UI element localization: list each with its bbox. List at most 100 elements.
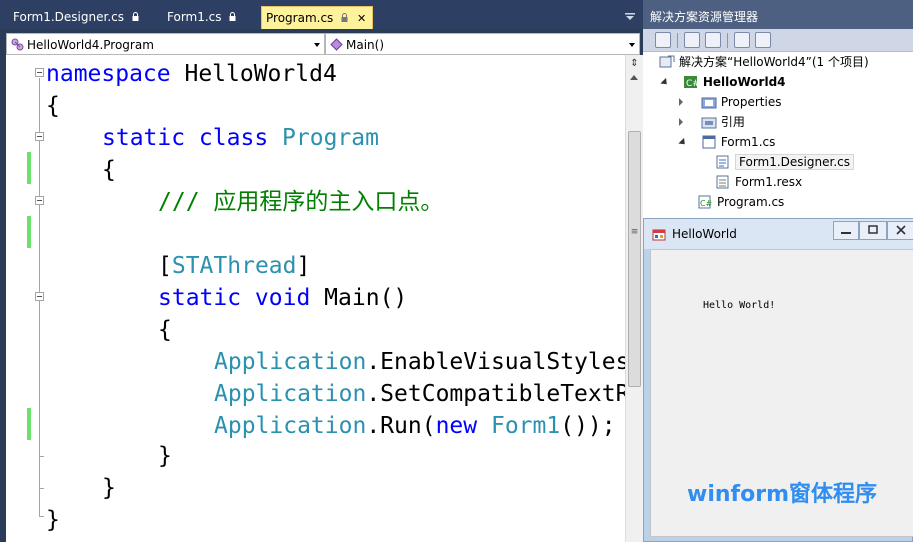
tree-item-label: Properties xyxy=(720,95,782,109)
panel-title: 解决方案资源管理器 xyxy=(643,0,913,29)
tab-form1-designer[interactable]: Form1.Designer.cs xyxy=(2,6,139,29)
tree-item-solution[interactable]: 解决方案“HelloWorld4”(1 个项目) xyxy=(659,52,869,72)
identifier: .EnableVisualStyles xyxy=(366,349,625,375)
svg-text:C#: C# xyxy=(700,199,713,208)
view-code-button[interactable] xyxy=(734,32,750,48)
type-name: Application xyxy=(214,381,367,407)
tree-item-label: 解决方案“HelloWorld4”(1 个项目) xyxy=(679,55,869,69)
identifier: .SetCompatibleTextR xyxy=(366,381,625,407)
code-line: Application.SetCompatibleTextR xyxy=(214,378,625,410)
tree-item-program[interactable]: C# Program.cs xyxy=(697,192,784,212)
tree-item-label: HelloWorld4 xyxy=(702,75,786,89)
keyword: static void xyxy=(158,285,311,311)
brace: } xyxy=(158,443,172,469)
tab-program[interactable]: Program.cs ✕ xyxy=(261,6,373,29)
tab-form1[interactable]: Form1.cs xyxy=(156,6,246,29)
change-indicator xyxy=(27,216,31,248)
change-indicator xyxy=(27,408,31,440)
type-combo-value: HelloWorld4.Program xyxy=(27,38,154,52)
lock-icon xyxy=(132,12,139,21)
collapse-toggle[interactable] xyxy=(35,196,44,205)
code-line: static void Main() xyxy=(158,282,407,314)
collapse-toggle[interactable] xyxy=(35,68,44,77)
outline-end xyxy=(39,456,44,457)
brace: } xyxy=(102,475,116,501)
tree-item-label: Program.cs xyxy=(717,195,785,209)
maximize-button[interactable] xyxy=(859,221,887,240)
view-class-diagram-button[interactable] xyxy=(755,32,771,48)
identifier: HelloWorld4 xyxy=(170,61,337,87)
expand-arrow-icon[interactable] xyxy=(679,98,683,106)
show-all-files-button[interactable] xyxy=(684,32,700,48)
expand-arrow-icon[interactable] xyxy=(679,118,683,126)
tree-item-project[interactable]: C# HelloWorld4 xyxy=(660,72,786,92)
code-editor-pane: Form1.Designer.cs Form1.cs Program.cs ✕ … xyxy=(0,0,643,542)
tab-label: Form1.cs xyxy=(167,10,222,24)
type-name: Application xyxy=(214,413,367,439)
code-line: } xyxy=(102,472,116,504)
brace: { xyxy=(102,157,116,183)
type-combo[interactable]: HelloWorld4.Program xyxy=(6,33,325,55)
tab-label: Program.cs xyxy=(266,11,334,25)
collapse-toggle[interactable] xyxy=(35,132,44,141)
caption-overlay: winform窗体程序 xyxy=(687,482,877,507)
keyword: new xyxy=(435,413,478,439)
navigation-bar: HelloWorld4.Program Main() xyxy=(6,33,640,55)
class-icon xyxy=(11,38,24,51)
minimize-button[interactable] xyxy=(833,221,859,240)
code-line: { xyxy=(102,154,116,186)
split-window-icon[interactable]: ⇕ xyxy=(628,57,641,70)
member-combo-value: Main() xyxy=(346,38,385,52)
expand-arrow-icon[interactable] xyxy=(678,137,688,148)
method-icon xyxy=(330,38,343,51)
scrollbar-thumb[interactable] xyxy=(628,131,641,387)
tree-item-form1[interactable]: Form1.cs xyxy=(678,132,776,152)
close-icon[interactable]: ✕ xyxy=(357,12,366,25)
tree-item-label: Form1.cs xyxy=(720,135,776,149)
comment: /// 应用程序的主入口点。 xyxy=(158,189,444,215)
identifier: Main() xyxy=(310,285,408,311)
keyword: namespace xyxy=(46,61,171,87)
tree-item-form1-designer[interactable]: Form1.Designer.cs xyxy=(715,152,854,172)
attribute-name: STAThread xyxy=(171,253,297,279)
lock-icon xyxy=(341,13,348,22)
member-combo[interactable]: Main() xyxy=(325,33,640,55)
code-editor[interactable]: namespace HelloWorld4 { static class Pro… xyxy=(6,55,625,542)
code-line: /// 应用程序的主入口点。 xyxy=(158,186,443,218)
bracket: ] xyxy=(296,253,311,279)
refresh-button[interactable] xyxy=(705,32,721,48)
lock-icon xyxy=(229,12,236,21)
references-icon xyxy=(701,117,717,129)
close-icon xyxy=(896,225,906,235)
code-line: } xyxy=(46,504,60,536)
tree-item-references[interactable]: 引用 xyxy=(679,112,745,132)
tree-item-properties[interactable]: Properties xyxy=(679,92,781,112)
vertical-scrollbar[interactable]: ⇕ ≡ xyxy=(625,55,643,542)
scroll-up-icon[interactable] xyxy=(630,75,638,80)
grip-icon: ≡ xyxy=(630,227,639,237)
code-line: } xyxy=(158,440,172,472)
csharp-project-icon: C# xyxy=(683,76,699,89)
toolbar-separator xyxy=(677,33,678,48)
close-button[interactable] xyxy=(887,221,913,240)
properties-button[interactable] xyxy=(655,32,671,48)
change-indicator xyxy=(27,152,31,184)
expand-arrow-icon[interactable] xyxy=(660,77,670,88)
code-line: { xyxy=(46,90,60,122)
outline-line xyxy=(39,302,40,456)
tree-item-label: 引用 xyxy=(720,115,745,129)
form-titlebar[interactable]: HelloWorld xyxy=(644,219,913,249)
code-line: [STAThread] xyxy=(158,250,310,282)
tree-item-form1-resx[interactable]: Form1.resx xyxy=(715,172,802,192)
minimize-icon xyxy=(841,232,851,234)
outline-end xyxy=(39,516,44,517)
hello-world-label: Hello World! xyxy=(703,300,776,311)
chevron-down-icon xyxy=(314,43,320,47)
tab-dropdown-icon[interactable] xyxy=(624,12,636,22)
collapse-toggle[interactable] xyxy=(35,292,44,301)
tab-label: Form1.Designer.cs xyxy=(13,10,124,24)
chevron-down-icon xyxy=(629,43,635,47)
tree-item-label: Form1.Designer.cs xyxy=(735,154,854,170)
code-line: { xyxy=(158,314,172,346)
